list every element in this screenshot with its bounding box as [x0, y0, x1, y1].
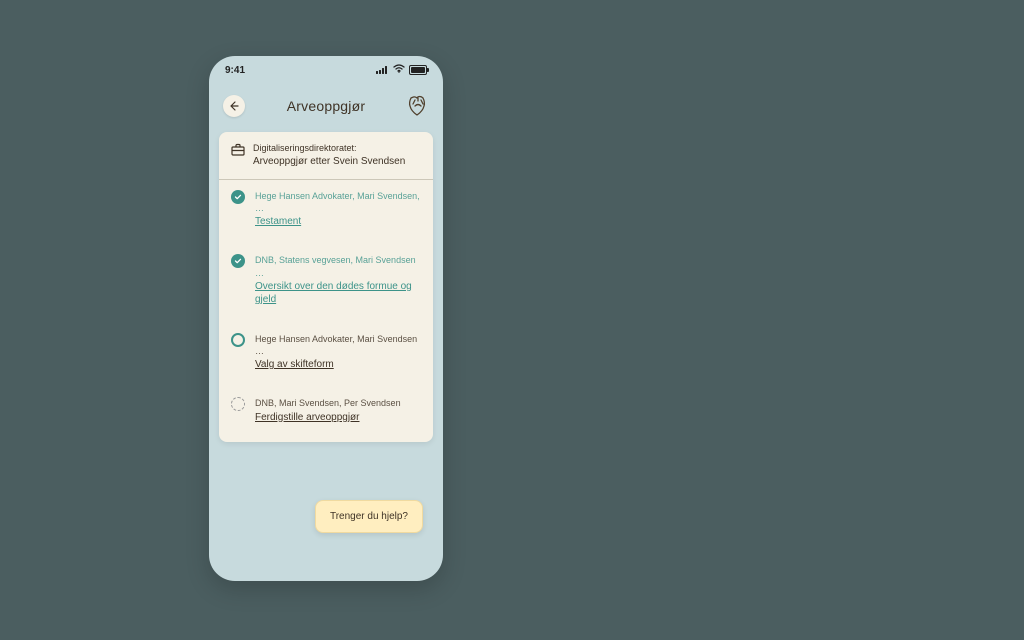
arrow-left-icon [229, 101, 239, 111]
step-meta: DNB, Statens vegvesen, Mari Svendsen … [255, 254, 421, 278]
status-time: 9:41 [225, 65, 245, 76]
step-link-ferdigstille[interactable]: Ferdigstille arveoppgjør [255, 411, 360, 425]
step-link-oversikt[interactable]: Oversikt over den dødes formue og gjeld [255, 280, 421, 307]
future-step-icon [231, 397, 245, 411]
case-title: Arveoppgjør etter Svein Svendsen [253, 155, 405, 169]
step-meta: Hege Hansen Advokater, Mari Svendsen … [255, 333, 421, 357]
help-button[interactable]: Trenger du hjelp? [315, 500, 423, 533]
status-bar: 9:41 [209, 56, 443, 76]
wifi-icon [393, 64, 405, 76]
back-button[interactable] [223, 95, 245, 117]
help-label: Trenger du hjelp? [330, 511, 408, 522]
step-item: DNB, Mari Svendsen, Per Svendsen Ferdigs… [231, 397, 421, 428]
cellular-signal-icon [376, 66, 389, 74]
step-link-testament[interactable]: Testament [255, 215, 301, 229]
page-header: Arveoppgjør [209, 76, 443, 132]
step-meta: Hege Hansen Advokater, Mari Svendsen, … [255, 190, 421, 214]
current-step-icon [231, 333, 245, 347]
case-header-text: Digitaliseringsdirektoratet: Arveoppgjør… [253, 142, 405, 169]
briefcase-icon [231, 143, 245, 161]
page-title: Arveoppgjør [287, 98, 365, 114]
step-meta: DNB, Mari Svendsen, Per Svendsen [255, 397, 401, 409]
case-header: Digitaliseringsdirektoratet: Arveoppgjør… [219, 132, 433, 180]
step-list: Hege Hansen Advokater, Mari Svendsen, … … [219, 180, 433, 442]
case-card: Digitaliseringsdirektoratet: Arveoppgjør… [219, 132, 433, 442]
step-item: DNB, Statens vegvesen, Mari Svendsen … O… [231, 254, 421, 332]
step-item: Hege Hansen Advokater, Mari Svendsen, … … [231, 190, 421, 255]
check-circle-icon [231, 254, 245, 268]
battery-icon [409, 65, 427, 75]
norway-crest-icon [407, 94, 429, 118]
phone-frame: 9:41 Arveoppgjør Digitaliseringsdirektor… [209, 56, 443, 581]
step-link-skifteform[interactable]: Valg av skifteform [255, 358, 334, 372]
status-indicators [376, 64, 427, 76]
step-item: Hege Hansen Advokater, Mari Svendsen … V… [231, 333, 421, 398]
case-org: Digitaliseringsdirektoratet: [253, 142, 405, 154]
check-circle-icon [231, 190, 245, 204]
